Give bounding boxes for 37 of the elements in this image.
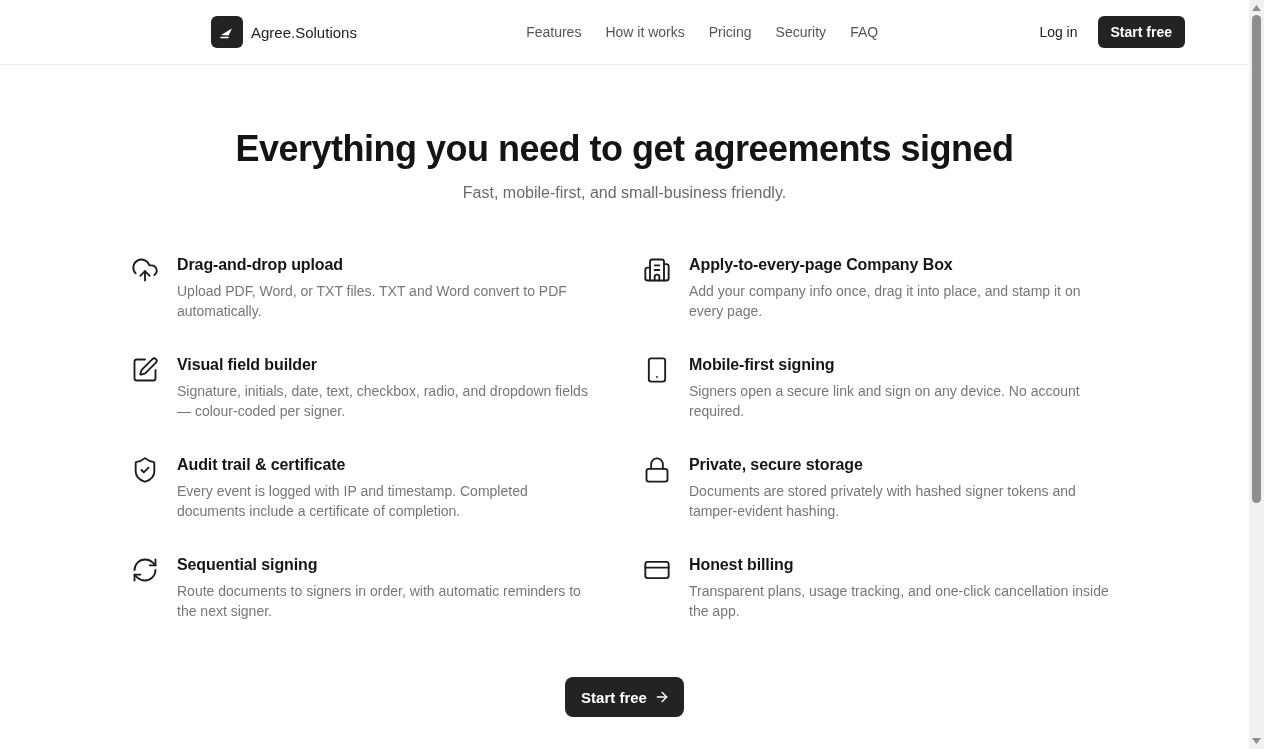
cloud-upload-icon bbox=[131, 256, 159, 284]
feature-description: Route documents to signers in order, with automatic reminders to the next signer. bbox=[177, 582, 582, 621]
feature-description: Documents are stored privately with hashed signer tokens and tamper-evident hashing. bbox=[689, 482, 1077, 521]
scrollbar[interactable] bbox=[1249, 0, 1264, 749]
brand-link[interactable]: Agree.Solutions bbox=[251, 23, 357, 41]
feature-title: Drag-and-drop upload bbox=[177, 255, 344, 275]
feature-description: Upload PDF, Word, or TXT files. TXT and Word convert to PDF automatically. bbox=[177, 282, 568, 321]
feature-title: Visual field builder bbox=[177, 355, 318, 375]
start-free-button[interactable]: Start free bbox=[565, 677, 684, 717]
nav-link[interactable]: FAQ bbox=[850, 24, 879, 40]
scroll-down-icon[interactable] bbox=[1252, 738, 1261, 744]
start-free-button[interactable]: Start free bbox=[1097, 16, 1185, 48]
nav-link[interactable]: How it works bbox=[605, 24, 685, 40]
feature-description: Every event is logged with IP and timestamp. Completed documents include a certificate of completion. bbox=[177, 482, 529, 521]
feature-description: Signature, initials, date, text, checkbox, radio, and dropdown fields — colour-coded per signer. bbox=[177, 382, 589, 421]
feature-title: Sequential signing bbox=[177, 555, 319, 575]
feature-title: Audit trail & certificate bbox=[177, 455, 347, 475]
feature-description: Add your company info once, drag it into place, and stamp it on every page. bbox=[689, 282, 1082, 321]
login-link[interactable]: Log in bbox=[1039, 24, 1078, 40]
feature-title: Mobile-first signing bbox=[689, 355, 836, 375]
nav-link[interactable]: Features bbox=[526, 24, 582, 40]
feature-title: Honest billing bbox=[689, 555, 795, 575]
feature-title: Apply-to-every-page Company Box bbox=[689, 255, 954, 275]
scroll-up-icon[interactable] bbox=[1252, 5, 1261, 11]
padlock-icon bbox=[643, 456, 671, 484]
feature-description: Transparent plans, usage tracking, and one-click cancellation inside the app. bbox=[689, 582, 1110, 621]
hero-subtitle: Fast, mobile-first, and small-business friendly. bbox=[462, 183, 787, 203]
feature-description: Signers open a secure link and sign on any device. No account required. bbox=[689, 382, 1081, 421]
scrollbar-thumb[interactable] bbox=[1252, 15, 1261, 503]
nav-link[interactable]: Security bbox=[775, 24, 827, 40]
logo-icon bbox=[211, 16, 243, 48]
hero-title: Everything you need to get agreements signed bbox=[235, 127, 1014, 171]
pencil-square-icon bbox=[131, 356, 159, 384]
building-icon bbox=[643, 256, 671, 284]
nav-link[interactable]: Pricing bbox=[708, 24, 752, 40]
feature-title: Private, secure storage bbox=[689, 455, 864, 475]
circular-arrows-icon bbox=[131, 556, 159, 584]
